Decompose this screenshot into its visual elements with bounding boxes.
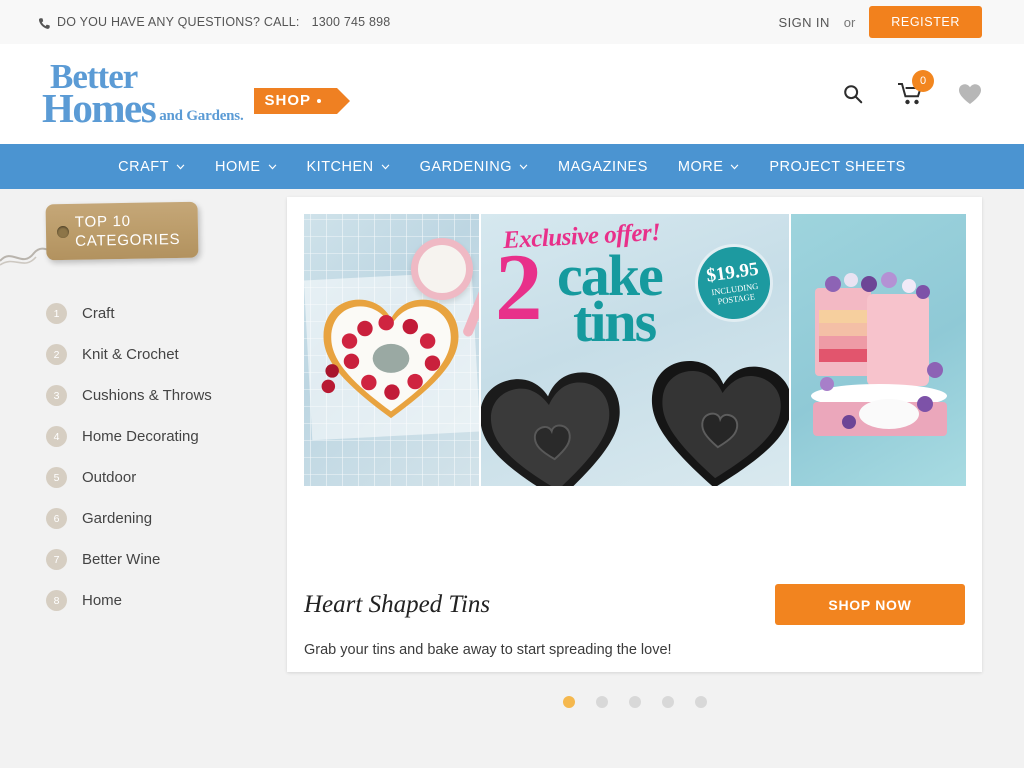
nav-item-magazines[interactable]: MAGAZINES [543, 144, 663, 189]
shop-now-button[interactable]: SHOP NOW [775, 584, 965, 625]
nav-item-label: PROJECT SHEETS [769, 158, 906, 175]
nav-item-label: KITCHEN [306, 158, 374, 175]
logo-line-homes: Homes [42, 84, 157, 131]
or-separator: or [843, 14, 856, 30]
nav-item-label: HOME [215, 158, 261, 175]
category-number: 6 [46, 508, 67, 529]
category-item[interactable]: 1 Craft [46, 293, 287, 334]
chevron-down-icon [519, 163, 528, 170]
category-number: 1 [46, 303, 67, 324]
main-content: TOP 10 CATEGORIES 1 Craft 2 Knit & Crochet 3… [0, 189, 1024, 744]
site-logo[interactable]: Better Homes and Gardens. SHOP [42, 59, 350, 131]
category-item[interactable]: 4 Home Decorating [46, 416, 287, 457]
category-number: 3 [46, 385, 67, 406]
top-categories-tag-wrapper: TOP 10 CATEGORIES [0, 201, 287, 277]
logo-wordmark: Better Homes and Gardens. [42, 59, 244, 131]
hero-promo-panel: Exclusive offer! 2 cake tins $19.95 INCL… [479, 214, 789, 486]
hero-banner-image[interactable]: Exclusive offer! 2 cake tins $19.95 INCL… [304, 214, 966, 486]
hero-photo-right [789, 214, 966, 486]
carousel-dots [287, 696, 982, 708]
nav-item-craft[interactable]: CRAFT [103, 144, 200, 189]
hero-area: Exclusive offer! 2 cake tins $19.95 INCL… [287, 189, 1024, 744]
category-item[interactable]: 3 Cushions & Throws [46, 375, 287, 416]
promo-word-tins: tins [573, 289, 657, 354]
category-label: Cushions & Throws [82, 387, 212, 404]
hero-caption-row: Heart Shaped Tins SHOP NOW [304, 584, 965, 625]
hero-subtitle: Grab your tins and bake away to start sp… [304, 642, 672, 658]
category-label: Home [82, 592, 123, 609]
category-label: Home Decorating [82, 428, 199, 445]
chevron-down-icon [381, 163, 390, 170]
sign-in-link[interactable]: SIGN IN [779, 15, 830, 30]
account-actions: SIGN IN or REGISTER [779, 6, 982, 38]
category-label: Gardening [82, 510, 153, 527]
carousel-dot-1[interactable] [562, 696, 575, 708]
chevron-down-icon [731, 163, 739, 170]
promo-inner: Exclusive offer! 2 cake tins $19.95 INCL… [481, 214, 789, 486]
layered-cake-icon [811, 272, 947, 436]
hero-caption: Heart Shaped Tins SHOP NOW Grab your tin… [304, 584, 965, 658]
category-label: Craft [82, 305, 115, 322]
nav-item-label: MORE [677, 158, 724, 175]
category-item[interactable]: 7 Better Wine [46, 539, 287, 580]
category-item[interactable]: 5 Outdoor [46, 457, 287, 498]
hero-photo-left [304, 214, 479, 486]
header-icon-group: 0 [842, 70, 982, 106]
carousel-dot-4[interactable] [661, 696, 674, 708]
logo-shop-tag: SHOP [253, 87, 350, 114]
main-navigation: CRAFT HOME KITCHEN GARDENING MAGAZINES MORE PR… [0, 144, 1024, 189]
tag-line-2: CATEGORIES [75, 230, 181, 250]
nav-item-label: MAGAZINES [557, 158, 648, 175]
tag-line-1: TOP 10 [74, 212, 131, 231]
logo-shop-dot [317, 98, 322, 103]
register-button[interactable]: REGISTER [869, 6, 982, 38]
carousel-dot-2[interactable] [595, 696, 608, 708]
hero-carousel-card: Exclusive offer! 2 cake tins $19.95 INCL… [287, 197, 982, 672]
heart-icon[interactable] [958, 83, 982, 105]
category-label: Better Wine [82, 551, 161, 568]
search-icon[interactable] [842, 83, 864, 105]
cart-count-badge: 0 [912, 70, 934, 92]
chevron-down-icon [176, 163, 185, 170]
contact-call-text: DO YOU HAVE ANY QUESTIONS? CALL: [57, 15, 300, 29]
category-number: 5 [46, 467, 67, 488]
hero-title: Heart Shaped Tins [304, 590, 491, 618]
logo-line-homes-row: Homes and Gardens. [42, 84, 244, 131]
cart-icon[interactable]: 0 [898, 70, 934, 106]
sidebar: TOP 10 CATEGORIES 1 Craft 2 Knit & Crochet 3… [0, 189, 287, 744]
chevron-down-icon [268, 163, 276, 170]
contact-info: DO YOU HAVE ANY QUESTIONS? CALL: 1300 74… [38, 15, 390, 29]
top-categories-list: 1 Craft 2 Knit & Crochet 3 Cushions & Throws 4… [0, 293, 287, 621]
logo-line-and-gardens: and Gardens. [159, 107, 244, 124]
nav-item-kitchen[interactable]: KITCHEN [292, 144, 405, 189]
nav-item-label: CRAFT [118, 158, 169, 175]
nav-item-gardening[interactable]: GARDENING [405, 144, 543, 189]
category-label: Knit & Crochet [82, 346, 179, 363]
category-item[interactable]: 8 Home [46, 580, 287, 621]
top-categories-tag: TOP 10 CATEGORIES [45, 201, 199, 261]
promo-number-two: 2 [495, 234, 543, 340]
category-item[interactable]: 2 Knit & Crochet [46, 334, 287, 375]
heart-tin-left-icon [481, 372, 620, 486]
category-number: 2 [46, 344, 67, 365]
top-utility-bar: DO YOU HAVE ANY QUESTIONS? CALL: 1300 74… [0, 0, 1024, 44]
logo-shop-label: SHOP [264, 92, 312, 110]
nav-item-project-sheets[interactable]: PROJECT SHEETS [754, 144, 920, 189]
site-header: Better Homes and Gardens. SHOP 0 [0, 44, 1024, 144]
nav-item-home[interactable]: HOME [200, 144, 292, 189]
nav-item-label: GARDENING [419, 158, 512, 175]
heart-tin-right-icon [651, 361, 789, 486]
contact-phone-number: 1300 745 898 [311, 15, 391, 29]
category-number: 4 [46, 426, 67, 447]
carousel-dot-5[interactable] [694, 696, 707, 708]
promo-price-badge: $19.95 INCLUDING POSTAGE [693, 242, 775, 324]
phone-icon [38, 17, 51, 30]
category-item[interactable]: 6 Gardening [46, 498, 287, 539]
category-number: 8 [46, 590, 67, 611]
category-label: Outdoor [82, 469, 137, 486]
category-number: 7 [46, 549, 67, 570]
carousel-dot-3[interactable] [628, 696, 641, 708]
heart-cake-icon [321, 299, 459, 419]
nav-item-more[interactable]: MORE [663, 144, 755, 189]
